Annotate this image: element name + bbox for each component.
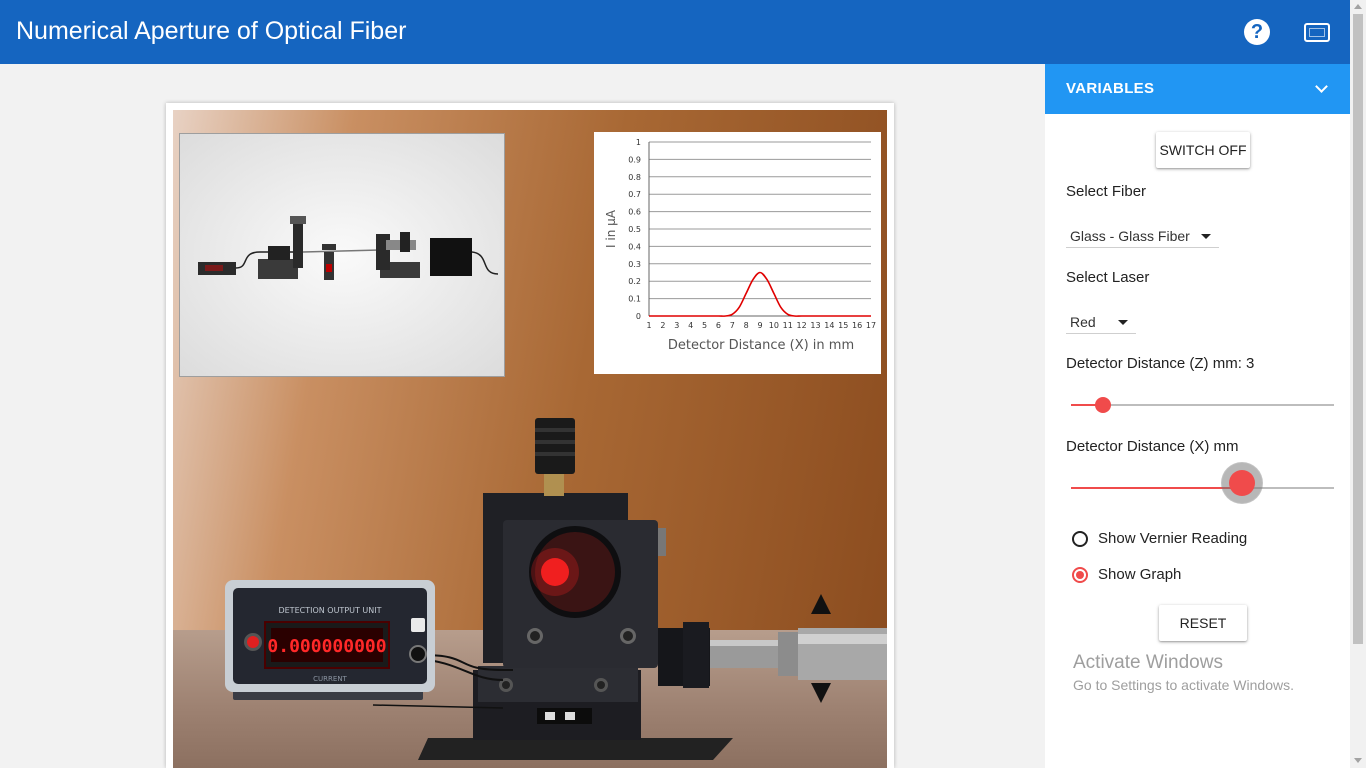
show-vernier-radio[interactable] (1072, 531, 1088, 547)
help-icon[interactable]: ? (1244, 19, 1270, 45)
slider-thumb[interactable] (1094, 397, 1111, 413)
variables-panel: VARIABLES SWITCH OFF Select Fiber Glass … (1045, 64, 1350, 768)
variables-panel-header[interactable]: VARIABLES (1045, 64, 1350, 114)
range-knob-icon[interactable] (411, 618, 425, 632)
app-header: Numerical Aperture of Optical Fiber ? (0, 0, 1350, 64)
variables-title: VARIABLES (1066, 80, 1155, 97)
show-graph-label[interactable]: Show Graph (1098, 566, 1181, 583)
eyepiece (535, 418, 575, 474)
activate-windows-subtitle: Go to Settings to activate Windows. (1073, 677, 1294, 693)
scroll-thumb[interactable] (1353, 14, 1363, 644)
input-jack-icon (409, 645, 427, 663)
fiber-select[interactable]: Glass - Glass Fiber (1066, 222, 1219, 248)
detector-z-slider[interactable] (1071, 395, 1334, 415)
apparatus-scene: DETECTION OUTPUT UNIT 0.000000000 CURREN… (225, 418, 887, 760)
scroll-up-arrow-icon[interactable] (1354, 4, 1362, 9)
select-fiber-label: Select Fiber (1066, 183, 1147, 200)
detector-reading: 0.000000000 (267, 636, 386, 657)
arrow-up-icon[interactable] (811, 594, 831, 614)
detector-unit-title: DETECTION OUTPUT UNIT (278, 606, 381, 615)
laser-dropdown-icon (1118, 320, 1128, 325)
detector-x-slider[interactable] (1071, 470, 1334, 498)
slider-thumb[interactable] (1228, 470, 1255, 496)
show-graph-radio[interactable] (1072, 567, 1088, 583)
laser-select[interactable]: Red (1066, 308, 1136, 334)
scroll-down-arrow-icon[interactable] (1354, 758, 1362, 763)
arrow-down-icon[interactable] (811, 683, 831, 703)
fullscreen-icon[interactable] (1304, 23, 1330, 42)
laser-select-value: Red (1070, 314, 1096, 330)
chevron-down-icon[interactable] (1315, 80, 1328, 93)
select-laser-label: Select Laser (1066, 269, 1150, 286)
detector-unit-footer: CURRENT (313, 675, 347, 683)
simulation-stage: 0 0.1 0.2 0.3 0.4 0.5 0.6 0.7 0.8 0.9 1 1234567891… (173, 110, 887, 768)
app-title: Numerical Aperture of Optical Fiber (16, 17, 407, 45)
page-scrollbar[interactable] (1350, 0, 1366, 768)
fiber-select-value: Glass - Glass Fiber (1070, 228, 1190, 244)
show-vernier-label[interactable]: Show Vernier Reading (1098, 530, 1247, 547)
reset-button[interactable]: RESET (1159, 605, 1247, 641)
slider-fill (1071, 487, 1242, 489)
switch-off-button[interactable]: SWITCH OFF (1156, 132, 1250, 168)
fiber-dropdown-icon (1201, 234, 1211, 239)
detector-x-label: Detector Distance (X) mm (1066, 438, 1239, 455)
power-indicator-icon[interactable] (247, 636, 259, 648)
detector-z-label: Detector Distance (Z) mm: 3 (1066, 355, 1255, 372)
activate-windows-title: Activate Windows (1073, 652, 1223, 673)
